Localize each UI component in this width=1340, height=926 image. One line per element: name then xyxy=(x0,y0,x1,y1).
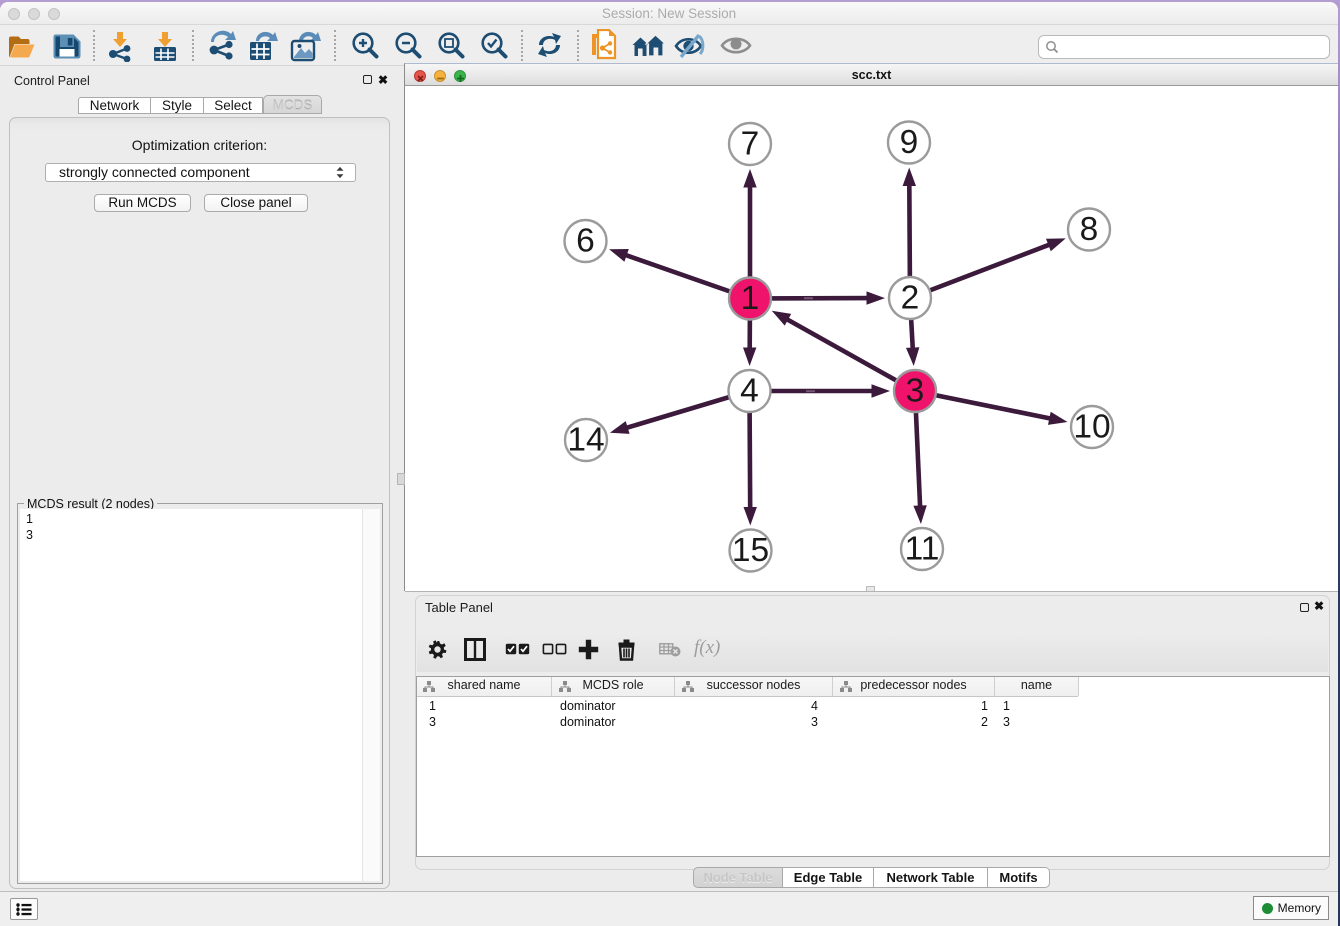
svg-text:6: 6 xyxy=(576,223,595,260)
svg-text:4: 4 xyxy=(740,373,759,410)
svg-text:7: 7 xyxy=(741,126,760,163)
svg-text:8: 8 xyxy=(1080,211,1099,248)
svg-text:3: 3 xyxy=(906,373,925,410)
svg-text:2: 2 xyxy=(901,280,920,317)
svg-text:1: 1 xyxy=(741,280,760,317)
svg-text:11: 11 xyxy=(905,531,940,568)
svg-text:10: 10 xyxy=(1073,409,1110,446)
svg-text:9: 9 xyxy=(900,124,919,161)
svg-text:15: 15 xyxy=(732,532,769,569)
svg-text:14: 14 xyxy=(567,422,604,459)
